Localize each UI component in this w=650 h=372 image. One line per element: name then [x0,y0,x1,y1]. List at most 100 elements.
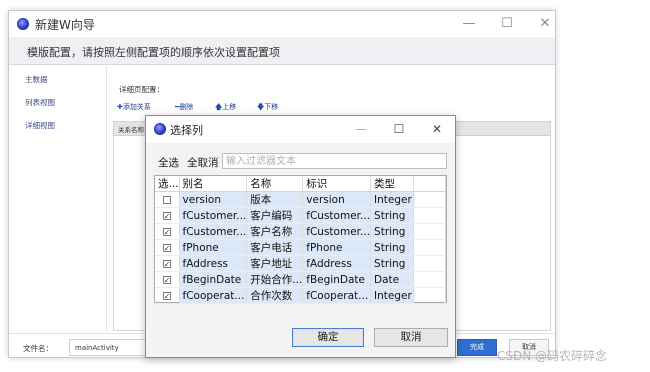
row-type: Date [370,271,414,289]
wizard-maximize-button[interactable]: ☐ [493,13,521,35]
table-row[interactable]: version 版本 version Integer [155,191,447,209]
add-relation-button[interactable]: ✚添加关系 [117,102,151,112]
app-logo-icon [154,123,166,135]
finish-button[interactable]: 完成 [457,339,497,356]
table-row[interactable]: ✓ fCustomer... 客户名称 fCustomer... String [155,223,447,241]
columns-table: 选... 别名 名称 标识 类型 version 版本 version Integer… [155,176,447,305]
deselect-all-button[interactable]: 全取消 [187,155,219,170]
relation-name-column-header[interactable]: 关系名称 [118,124,144,134]
table-row[interactable]: ✓ fBeginDate 开始合作... fBeginDate Date [155,271,447,289]
columns-table-body: version 版本 version Integer ✓ fCustomer... 客户编码… [155,191,447,305]
row-checkbox[interactable]: ✓ [162,211,171,220]
move-down-label: 下移 [264,103,279,111]
row-type: String [370,239,414,257]
dialog-minimize-button[interactable]: — [348,119,374,140]
row-name: 客户电话 [246,239,304,257]
delete-label: 删除 [179,103,194,111]
column-header-select[interactable]: 选... [155,176,180,193]
row-id: version [302,191,372,209]
column-header-type[interactable]: 类型 [370,176,414,193]
nav-item-master-data[interactable]: 主数据 [25,74,48,85]
row-type: String [370,255,414,273]
row-name: 合作次数 [246,287,304,305]
delete-button[interactable]: ━删除 [175,102,193,112]
row-type: Integer [370,287,414,305]
row-checkbox[interactable] [162,195,171,204]
columns-table-container: 选... 别名 名称 标识 类型 version 版本 version Integer… [154,175,447,305]
filter-input[interactable] [222,153,447,169]
row-checkbox[interactable]: ✓ [162,259,171,268]
select-all-button[interactable]: 全选 [158,155,179,170]
ok-button[interactable]: 确定 [292,328,364,347]
row-type: String [370,207,414,225]
column-header-name[interactable]: 名称 [246,176,304,193]
row-name: 客户地址 [246,255,304,273]
config-nav: 主数据 列表视图 详细视图 [9,66,107,332]
row-filler-cell [413,271,447,289]
column-header-id[interactable]: 标识 [302,176,372,193]
add-relation-label: 添加关系 [122,103,151,111]
row-name: 开始合作... [246,271,304,289]
dialog-cancel-button[interactable]: 取消 [374,328,448,347]
row-id: fCustomer... [302,207,372,225]
table-row[interactable]: ✓ fCustomer... 客户编码 fCustomer... String [155,207,447,225]
watermark-text: CSDN @码农碎碎念 [497,349,608,363]
wizard-minimize-button[interactable]: — [455,13,483,35]
file-name-label: 文件名： [23,344,53,353]
row-checkbox[interactable]: ✓ [162,227,171,236]
table-row[interactable]: ✓ fPhone 客户电话 fPhone String [155,239,447,257]
column-header-filler [413,176,447,193]
select-columns-dialog: 选择列 — ☐ ✕ 全选 全取消 选... 别名 名称 标识 类型 versio… [145,115,456,358]
row-checkbox[interactable]: ✓ [162,291,171,300]
row-type: Integer [370,191,414,209]
app-logo-icon [17,18,29,30]
row-name: 客户编码 [246,207,304,225]
column-header-alias[interactable]: 别名 [179,176,248,193]
row-alias: fCustomer... [179,207,248,225]
row-checkbox-cell[interactable]: ✓ [155,223,180,241]
row-name: 客户名称 [246,223,304,241]
wizard-title: 新建W向导 [35,18,95,32]
row-name: 版本 [246,191,304,209]
dialog-maximize-button[interactable]: ☐ [386,119,412,140]
row-alias: version [179,191,248,209]
detail-config-label: 详细页配置： [119,85,164,94]
nav-item-detail-view[interactable]: 详细视图 [25,120,55,131]
row-alias: fCooperat... [179,287,248,305]
move-up-label: 上移 [222,103,237,111]
move-down-button[interactable]: 🡇下移 [257,102,278,114]
dialog-title-bar: 选择列 — ☐ ✕ [146,116,455,143]
row-checkbox-cell[interactable]: ✓ [155,255,180,273]
table-row[interactable]: ✓ fCooperat... 合作次数 fCooperat... Integer [155,287,447,305]
row-checkbox-cell[interactable]: ✓ [155,271,180,289]
row-checkbox-cell[interactable]: ✓ [155,207,180,225]
instruction-banner: 模版配置，请按照左侧配置项的顺序依次设置配置项 [9,37,555,65]
row-filler-cell [413,223,447,241]
row-alias: fBeginDate [179,271,248,289]
row-checkbox-cell[interactable]: ✓ [155,287,180,305]
instruction-text: 模版配置，请按照左侧配置项的顺序依次设置配置项 [27,46,280,59]
row-id: fBeginDate [302,271,372,289]
nav-item-list-view[interactable]: 列表视图 [25,97,55,108]
row-filler-cell [413,239,447,257]
row-type: String [370,223,414,241]
move-up-button[interactable]: 🡅上移 [215,102,236,114]
columns-table-header-row: 选... 别名 名称 标识 类型 [155,176,447,193]
row-checkbox-cell[interactable] [155,191,180,209]
row-filler-cell [413,255,447,273]
dialog-close-button[interactable]: ✕ [424,119,450,140]
row-checkbox[interactable]: ✓ [162,243,171,252]
wizard-close-button[interactable]: ✕ [531,13,559,35]
row-id: fPhone [302,239,372,257]
row-filler-cell [413,287,447,305]
row-alias: fPhone [179,239,248,257]
table-row[interactable]: ✓ fAddress 客户地址 fAddress String [155,255,447,273]
row-id: fAddress [302,255,372,273]
row-checkbox-cell[interactable]: ✓ [155,239,180,257]
row-filler-cell [413,191,447,209]
dialog-title: 选择列 [170,124,203,137]
row-alias: fCustomer... [179,223,248,241]
row-alias: fAddress [179,255,248,273]
row-checkbox[interactable]: ✓ [162,275,171,284]
row-id: fCustomer... [302,223,372,241]
